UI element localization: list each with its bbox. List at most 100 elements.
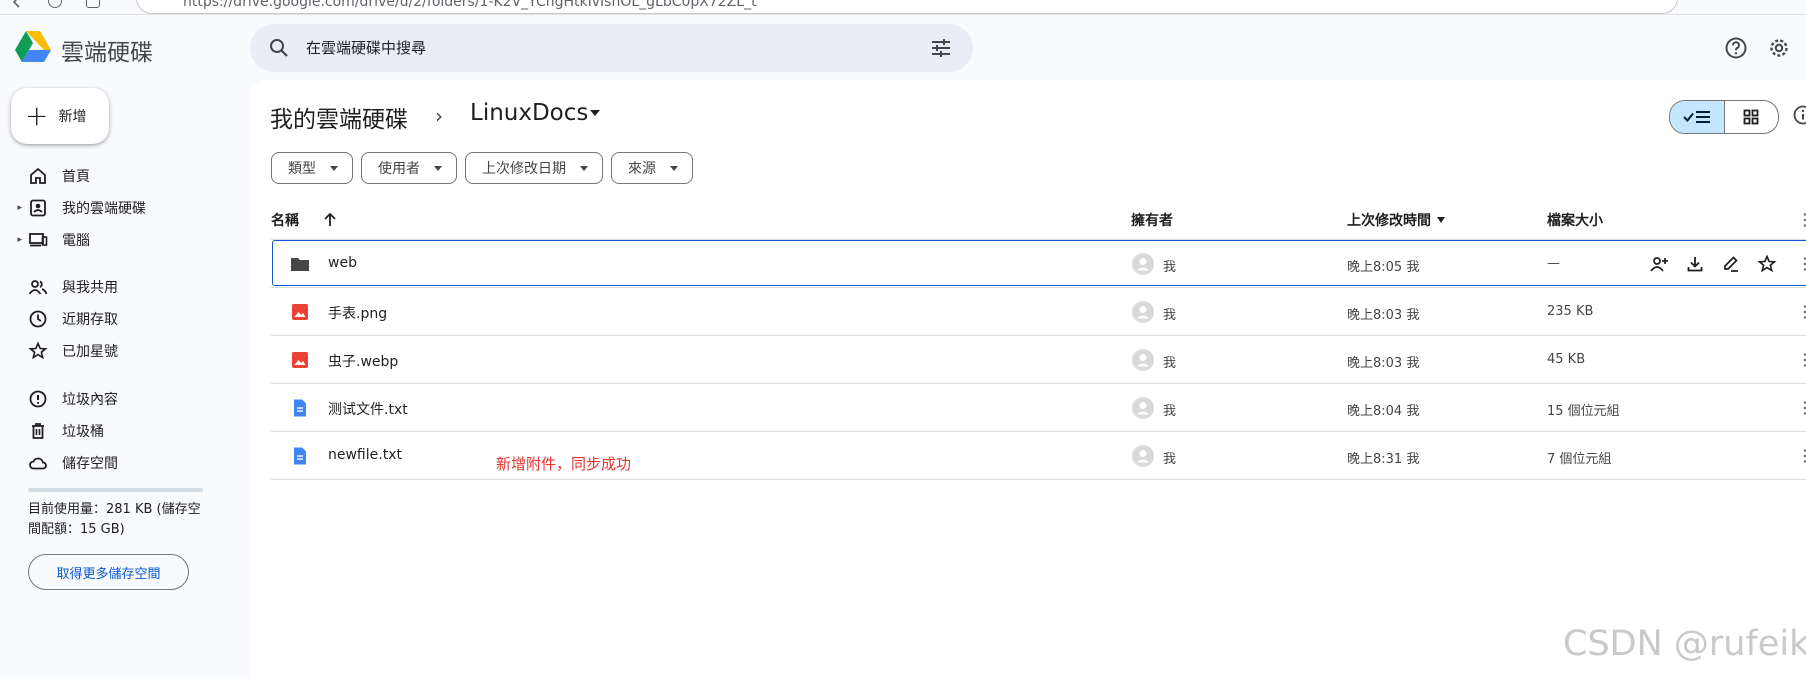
search-icon[interactable] (268, 37, 290, 59)
file-name[interactable]: newfile.txt (328, 447, 402, 463)
info-icon[interactable] (1792, 104, 1806, 126)
sidebar-item-shared-with-me[interactable]: 與我共用 (0, 271, 240, 303)
owner: 我 (1163, 452, 1177, 467)
sidebar-item-my-drive[interactable]: ▸ 我的雲端硬碟 (0, 192, 240, 224)
breadcrumb-current-folder[interactable]: LinuxDocs (470, 100, 588, 126)
column-header-size[interactable]: 檔案大小 (1547, 210, 1603, 230)
file-size: 45 KB (1547, 352, 1586, 367)
filter-chip-label: 來源 (628, 161, 656, 177)
sort-arrow-up-icon[interactable] (321, 211, 339, 229)
column-header-owner[interactable]: 擁有者 (1131, 210, 1173, 230)
more-vert-icon[interactable]: ⋮ (1797, 254, 1806, 273)
breadcrumb-my-drive[interactable]: 我的雲端硬碟 (270, 100, 408, 134)
filter-chip-label: 類型 (288, 161, 316, 177)
avatar-icon (1132, 253, 1154, 275)
avatar-icon (1132, 445, 1154, 467)
sidebar-item-computers[interactable]: ▸ 電腦 (0, 224, 240, 256)
search-options-icon[interactable] (929, 36, 953, 60)
more-vert-icon[interactable]: ⋮ (1797, 210, 1806, 229)
avatar-icon (1132, 397, 1154, 419)
storage-usage-text: 目前使用量：281 KB (儲存空間配額：15 GB) (28, 502, 201, 537)
dropdown-arrow-icon (580, 165, 588, 171)
dropdown-arrow-icon (330, 165, 338, 171)
filter-chip-label: 上次修改日期 (482, 161, 566, 177)
grid-icon (1743, 109, 1759, 125)
filter-chip-type[interactable]: 類型 (271, 152, 353, 184)
file-size: 7 個位元組 (1547, 452, 1612, 467)
file-size: — (1547, 256, 1560, 271)
more-vert-icon[interactable]: ⋮ (1797, 302, 1806, 321)
file-name[interactable]: 手表.png (328, 303, 387, 323)
more-vert-icon[interactable]: ⋮ (1797, 446, 1806, 465)
modified-time: 晚上8:03 我 (1347, 356, 1420, 371)
new-button-label: 新增 (58, 109, 87, 125)
file-name[interactable]: web (328, 255, 357, 271)
expand-caret-icon[interactable]: ▸ (0, 203, 22, 213)
file-size: 15 個位元組 (1547, 404, 1620, 419)
sidebar-item-label: 我的雲端硬碟 (62, 201, 146, 217)
view-toggle (1669, 100, 1779, 134)
plus-icon: + (25, 99, 49, 132)
watermark-text: CSDN @rufeike (1563, 624, 1806, 664)
sidebar-item-label: 已加星號 (62, 344, 118, 360)
drive-logo-icon[interactable] (14, 30, 52, 64)
owner: 我 (1163, 260, 1177, 275)
column-header-modified[interactable]: 上次修改時間 (1347, 210, 1431, 230)
sidebar-item-spam[interactable]: 垃圾內容 (0, 383, 240, 415)
dropdown-arrow-icon (434, 165, 442, 171)
search-input[interactable] (300, 24, 912, 72)
filter-chip-modified[interactable]: 上次修改日期 (465, 152, 603, 184)
storage-usage-bar (28, 488, 203, 492)
app-name: 雲端硬碟 (61, 40, 153, 66)
star-icon (28, 341, 48, 360)
address-bar-url[interactable]: https://drive.google.com/drive/u/2/folde… (183, 0, 757, 10)
sort-dropdown-icon[interactable] (1437, 217, 1445, 223)
list-view-button[interactable] (1670, 101, 1725, 133)
dropdown-arrow-icon (670, 165, 678, 171)
file-name[interactable]: 测试文件.txt (328, 399, 408, 419)
settings-gear-icon[interactable] (1767, 36, 1791, 60)
spam-icon (29, 390, 47, 408)
expand-caret-icon[interactable]: ▸ (0, 235, 22, 245)
column-header-name[interactable]: 名稱 (271, 210, 299, 230)
help-icon[interactable] (1724, 36, 1748, 60)
owner: 我 (1163, 404, 1177, 419)
row-divider (271, 431, 1806, 432)
more-vert-icon[interactable]: ⋮ (1797, 398, 1806, 417)
share-person-add-icon[interactable] (1649, 254, 1669, 274)
tab-search-icon[interactable] (86, 0, 100, 8)
folder-icon (290, 254, 310, 274)
computer-icon (29, 233, 48, 247)
modified-time: 晚上8:05 我 (1347, 260, 1420, 275)
cloud-icon (29, 457, 47, 470)
download-icon[interactable] (1685, 254, 1705, 274)
filter-chip-source[interactable]: 來源 (611, 152, 693, 184)
sidebar-item-recent[interactable]: 近期存取 (0, 303, 240, 335)
sidebar-item-label: 垃圾桶 (62, 424, 104, 440)
table-row-selected[interactable] (272, 240, 1806, 286)
get-more-storage-button[interactable]: 取得更多儲存空間 (28, 554, 189, 590)
add-star-icon[interactable] (1757, 254, 1777, 274)
check-list-icon (1683, 111, 1710, 123)
more-vert-icon[interactable]: ⋮ (1797, 350, 1806, 369)
trash-icon (32, 423, 44, 439)
sidebar-item-storage[interactable]: 儲存空間 (0, 447, 240, 479)
row-divider (271, 479, 1806, 480)
modified-time: 晚上8:31 我 (1347, 452, 1420, 467)
row-divider (271, 335, 1806, 336)
sidebar-item-starred[interactable]: 已加星號 (0, 335, 240, 367)
sidebar-item-label: 電腦 (62, 233, 90, 249)
back-icon[interactable] (10, 0, 24, 8)
file-name[interactable]: 虫子.webp (328, 351, 398, 371)
sidebar-item-trash[interactable]: 垃圾桶 (0, 415, 240, 447)
text-document-icon (290, 446, 310, 466)
filter-chip-people[interactable]: 使用者 (361, 152, 457, 184)
avatar-icon (1132, 301, 1154, 323)
file-size: 235 KB (1547, 304, 1594, 319)
grid-view-button[interactable] (1725, 101, 1779, 133)
folder-menu-dropdown-icon[interactable] (590, 110, 600, 116)
new-button[interactable]: + 新增 (11, 88, 109, 144)
modified-time: 晚上8:04 我 (1347, 404, 1420, 419)
sidebar-item-home[interactable]: 首頁 (0, 160, 240, 192)
rename-pencil-icon[interactable] (1721, 254, 1741, 274)
